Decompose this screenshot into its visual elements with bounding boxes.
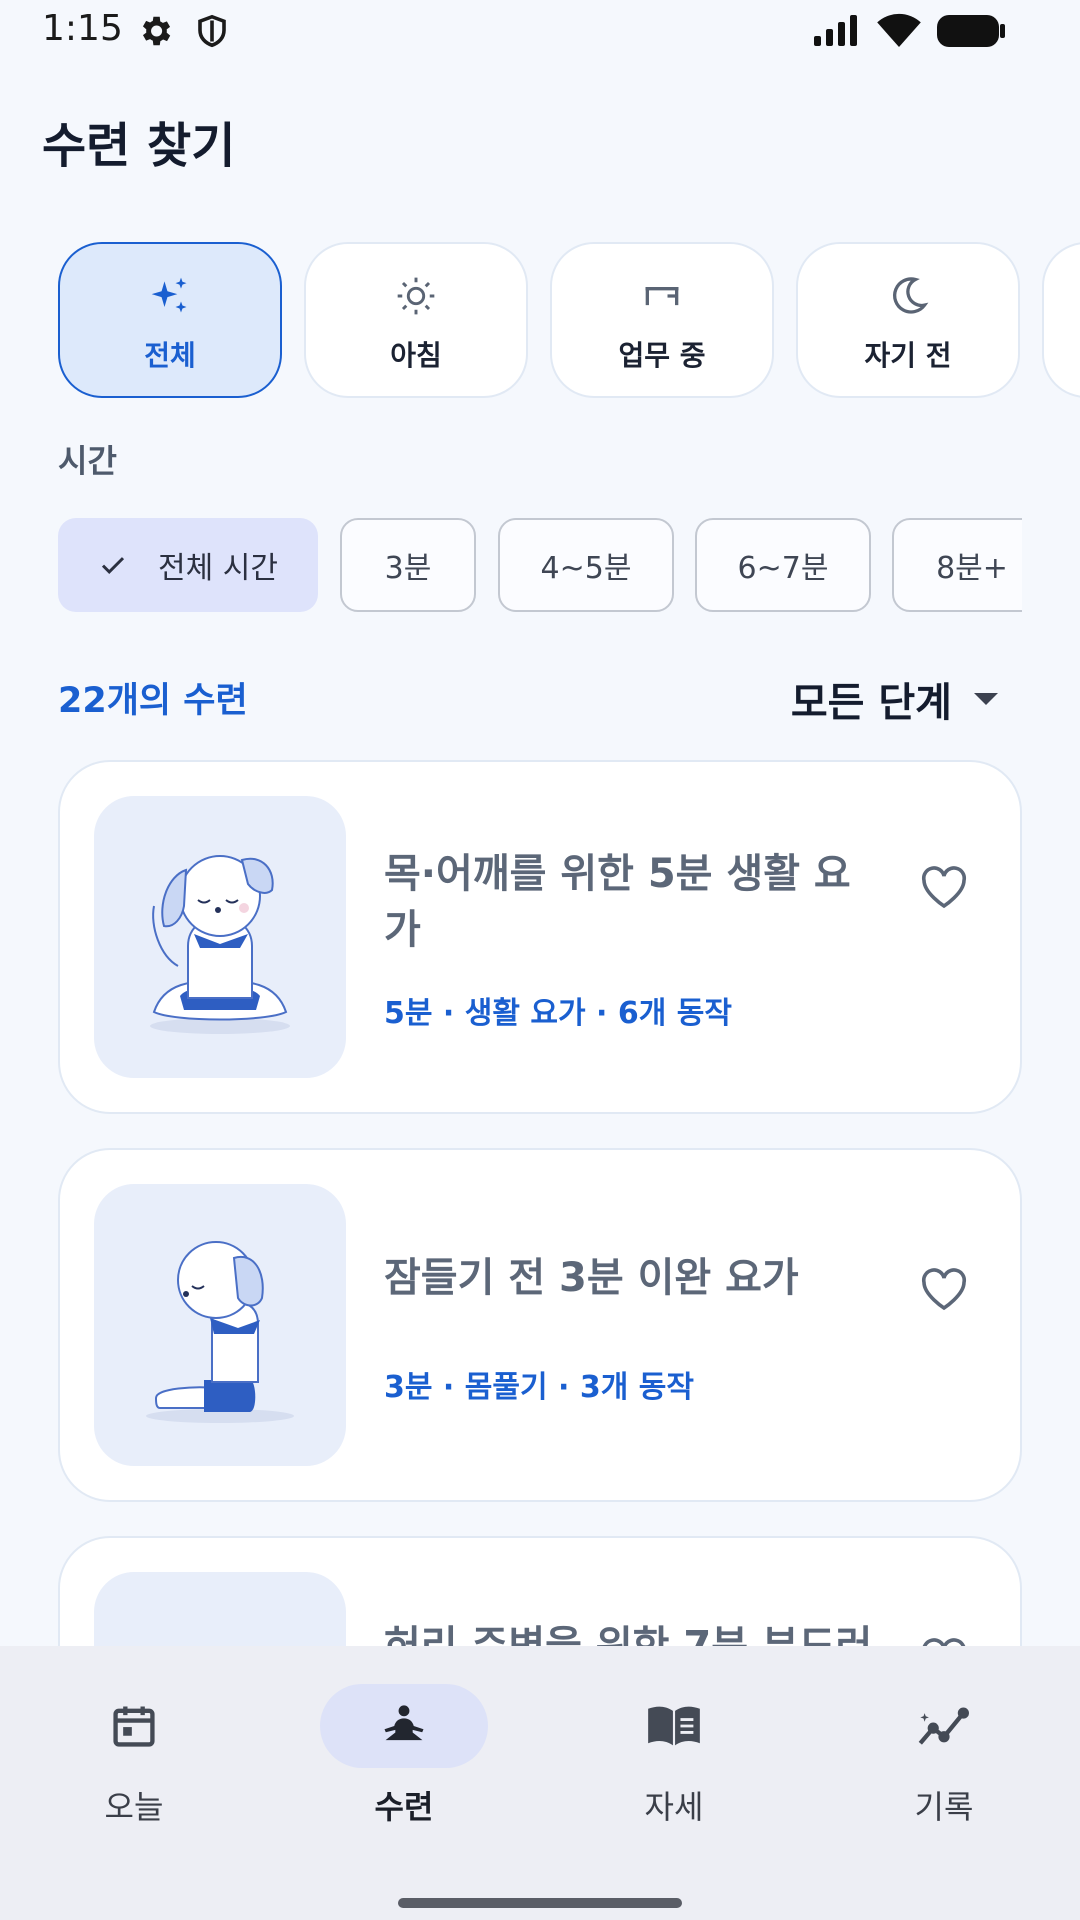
sparkles-icon <box>60 274 280 318</box>
caret-down-icon <box>972 691 1000 707</box>
status-bar: 1:15 <box>0 0 1080 62</box>
meditation-icon <box>378 1700 430 1752</box>
chip-label: 3분 <box>384 551 432 586</box>
card-title: 잠들기 전 3분 이완 요가 <box>384 1255 799 1301</box>
nav-practice[interactable]: 수련 <box>304 1684 504 1828</box>
calendar-icon <box>108 1700 160 1752</box>
card-meta: 5분 · 생활 요가 · 6개 동작 <box>384 996 733 1031</box>
yoga-illustration <box>94 1184 346 1466</box>
heart-icon[interactable] <box>920 866 968 914</box>
moon-icon <box>798 274 1018 318</box>
category-label: 아침 <box>390 339 442 372</box>
nav-label: 수련 <box>374 1788 434 1826</box>
book-icon <box>646 1700 702 1752</box>
category-label: 자기 전 <box>864 339 952 372</box>
status-time: 1:15 <box>42 8 123 49</box>
wifi-icon <box>876 12 922 52</box>
sun-icon <box>306 274 526 318</box>
chip-6-7min[interactable]: 6~7분 <box>695 518 871 612</box>
chip-all-time[interactable]: 전체 시간 <box>58 518 318 612</box>
card-meta: 3분 · 몸풀기 · 3개 동작 <box>384 1370 694 1405</box>
chip-4-5min[interactable]: 4~5분 <box>498 518 674 612</box>
card-title: 목·어깨를 위한 5분 생활 요가 <box>384 851 851 953</box>
chip-label: 4~5분 <box>540 551 632 586</box>
shield-icon <box>194 12 230 54</box>
category-work[interactable]: 업무 중 <box>550 242 774 398</box>
category-label: 업무 중 <box>618 339 706 372</box>
page-title: 수련 찾기 <box>42 118 236 174</box>
level-label: 모든 단계 <box>790 680 952 726</box>
chip-label: 6~7분 <box>737 551 829 586</box>
battery-icon <box>936 14 1006 52</box>
desk-icon <box>552 274 772 318</box>
chip-label: 전체 시간 <box>158 551 278 586</box>
heart-icon[interactable] <box>920 1268 968 1316</box>
category-morning[interactable]: 아침 <box>304 242 528 398</box>
chart-icon <box>916 1700 972 1752</box>
nav-label: 기록 <box>914 1788 974 1826</box>
time-chips: 전체 시간 3분 4~5분 6~7분 8분+ <box>58 518 1022 612</box>
level-dropdown[interactable]: 모든 단계 <box>791 670 1000 728</box>
category-tabs: 전체 아침 업무 중 자기 전 <box>58 242 1080 398</box>
check-icon <box>98 550 128 580</box>
home-indicator <box>398 1898 682 1908</box>
chip-label: 8분+ <box>936 551 1008 586</box>
category-all[interactable]: 전체 <box>58 242 282 398</box>
nav-label: 자세 <box>644 1788 704 1826</box>
nav-label: 오늘 <box>104 1788 164 1826</box>
practice-card[interactable]: 잠들기 전 3분 이완 요가 3분 · 몸풀기 · 3개 동작 <box>58 1148 1022 1502</box>
signal-icon <box>812 14 860 52</box>
bottom-nav: 오늘 수련 자세 기록 <box>0 1646 1080 1920</box>
chip-8min-plus[interactable]: 8분+ <box>892 518 1022 612</box>
practice-card[interactable]: 목·어깨를 위한 5분 생활 요가 5분 · 생활 요가 · 6개 동작 <box>58 760 1022 1114</box>
yoga-illustration <box>94 796 346 1078</box>
category-label: 전체 <box>144 339 196 372</box>
chip-3min[interactable]: 3분 <box>340 518 476 612</box>
result-count: 22개의 수련 <box>58 681 248 721</box>
nav-records[interactable]: 기록 <box>844 1684 1044 1828</box>
nav-today[interactable]: 오늘 <box>34 1684 234 1828</box>
nav-poses[interactable]: 자세 <box>574 1684 774 1828</box>
time-filter-label: 시간 <box>58 442 117 480</box>
category-bedtime[interactable]: 자기 전 <box>796 242 1020 398</box>
settings-icon <box>136 12 174 54</box>
category-more[interactable] <box>1042 242 1080 398</box>
